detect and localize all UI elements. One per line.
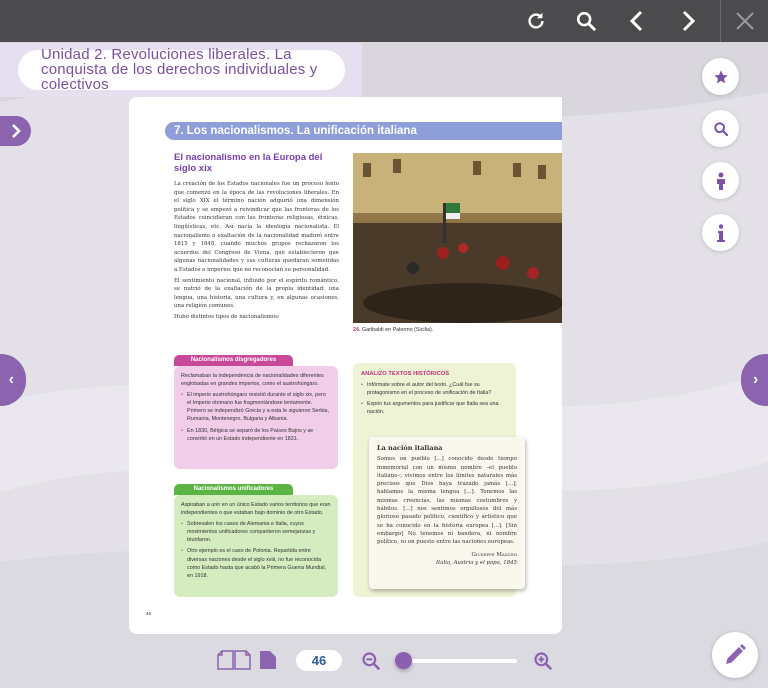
refresh-icon[interactable] (521, 6, 551, 36)
body-text: La creación de los Estados nacionales fu… (174, 180, 339, 324)
single-page-icon[interactable] (260, 651, 276, 669)
photo-caption: 24. Garibaldi en Palermo (Sicilia). (353, 327, 433, 333)
top-toolbar (0, 0, 768, 42)
chevron-left-icon[interactable] (622, 6, 652, 36)
toolbar-divider (720, 0, 721, 42)
annotate-button[interactable] (712, 632, 758, 678)
list-item: El imperio austrohúngaro resistió durant… (181, 391, 331, 423)
info-button[interactable] (702, 214, 739, 251)
person-icon (716, 172, 725, 190)
close-icon[interactable] (730, 6, 760, 36)
box-intro: Aspiraban a unir en un único Estado vari… (181, 502, 331, 517)
section-title: 7. Los nacionalismos. La unificación ita… (165, 122, 562, 140)
paragraph: Hubo distintos tipos de nacionalismos: (174, 313, 280, 320)
quote-source: Italia, Austria y el papa, 1845 (436, 559, 517, 566)
zoom-out-icon[interactable] (361, 651, 381, 671)
unit-title: Unidad 2. Revoluciones liberales. La con… (41, 46, 318, 93)
quote-title: La nación italiana (377, 444, 443, 452)
unificadores-box: Aspiraban a unir en un único Estado vari… (174, 495, 338, 597)
quote-card: La nación italiana Somos un pueblo [...]… (369, 437, 525, 589)
list-item: Infórmate sobre el autor del texto. ¿Cuá… (361, 381, 508, 397)
book-page: 7. Los nacionalismos. La unificación ita… (129, 97, 562, 634)
chevron-right-icon[interactable] (673, 6, 703, 36)
double-page-icon[interactable] (217, 650, 251, 670)
unificadores-title: Nacionalismos unificadores (174, 484, 293, 495)
search-icon (713, 121, 728, 136)
open-index-tab[interactable] (0, 116, 31, 146)
info-icon (716, 223, 725, 242)
bottom-toolbar (0, 640, 768, 688)
page-search-button[interactable] (702, 110, 739, 147)
search-icon[interactable] (571, 6, 601, 36)
disgregadores-box: Reclamaban la independencia de nacionali… (174, 366, 338, 469)
heading: El nacionalismo en la Europa del siglo x… (174, 152, 323, 174)
zoom-slider-track[interactable] (400, 659, 517, 663)
accessibility-button[interactable] (702, 162, 739, 199)
list-item: En 1830, Bélgica se separó de los Países… (181, 427, 331, 443)
paragraph: El sentimiento nacional, influido por el… (174, 277, 339, 310)
printed-page-number: 46 (146, 611, 152, 616)
bookmark-star-button[interactable] (702, 58, 739, 95)
list-item: Expón tus argumentos para justificar que… (361, 400, 508, 416)
analyze-title: ANALIZO TEXTOS HISTÓRICOS (361, 371, 450, 377)
page-number-input[interactable]: 46 (296, 650, 342, 671)
star-icon (713, 69, 728, 83)
pencil-icon (726, 644, 746, 664)
caption-text: Garibaldi en Palermo (Sicilia). (362, 327, 434, 333)
quote-text: Somos un pueblo [...] conocido desde tie… (377, 456, 517, 546)
zoom-in-icon[interactable] (533, 651, 553, 671)
quote-author: Giuseppe Mazzini (471, 551, 517, 558)
zoom-slider-handle[interactable] (395, 652, 412, 669)
paragraph: La creación de los Estados nacionales fu… (174, 181, 339, 273)
list-item: Otro ejemplo es el caso de Polonia. Repa… (181, 547, 331, 579)
box-intro: Reclamaban la independencia de nacionali… (181, 373, 324, 388)
caption-number: 24. (353, 327, 361, 333)
disgregadores-title: Nacionalismos disgregadores (174, 355, 293, 366)
garibaldi-painting (353, 153, 562, 323)
list-item: Sobresalen los casos de Alemania e Itali… (181, 520, 331, 544)
